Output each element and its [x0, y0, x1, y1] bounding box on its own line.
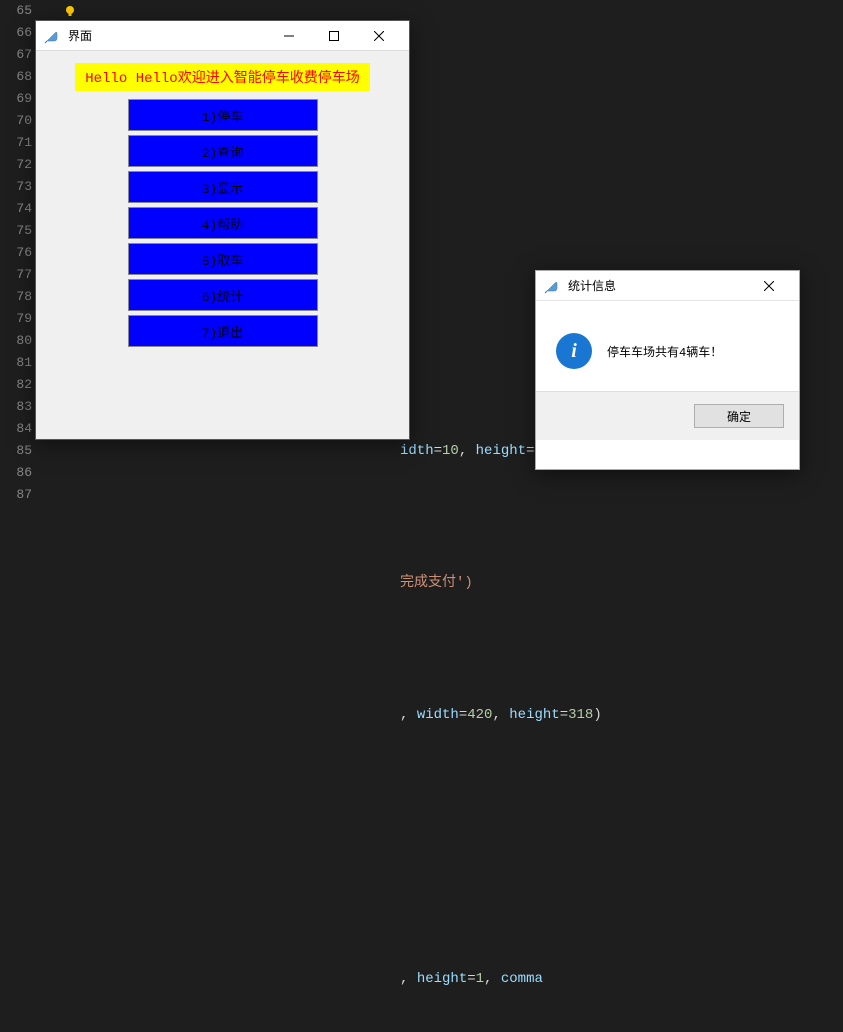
code-text: 完成支付'): [400, 575, 473, 591]
messagebox: 统计信息 i 停车车场共有4辆车！ 确定: [535, 270, 800, 470]
line-number: 68: [0, 66, 32, 88]
titlebar[interactable]: 界面: [36, 21, 409, 51]
msgbox-close-button[interactable]: [746, 272, 791, 300]
park-button[interactable]: 1)停车: [128, 99, 318, 131]
menu-buttons: 1)停车 2)查询 3)显示 4)帮助 5)取车 6)统计 7)退出: [128, 99, 318, 347]
welcome-label: Hello Hello欢迎进入智能停车收费停车场: [75, 63, 369, 91]
exit-button[interactable]: 7)退出: [128, 315, 318, 347]
line-number: 76: [0, 242, 32, 264]
window-body: Hello Hello欢迎进入智能停车收费停车场 1)停车 2)查询 3)显示 …: [36, 51, 409, 439]
line-number: 65: [0, 0, 32, 22]
msgbox-message: 停车车场共有4辆车！: [607, 343, 722, 360]
close-button[interactable]: [356, 22, 401, 50]
maximize-button[interactable]: [311, 22, 356, 50]
line-number: 79: [0, 308, 32, 330]
line-number: 83: [0, 396, 32, 418]
line-number: 74: [0, 198, 32, 220]
window-title: 界面: [68, 27, 266, 44]
minimize-button[interactable]: [266, 22, 311, 50]
line-number: 67: [0, 44, 32, 66]
msgbox-title: 统计信息: [568, 277, 746, 294]
line-number: 86: [0, 462, 32, 484]
line-number: 70: [0, 110, 32, 132]
line-number: 85: [0, 440, 32, 462]
line-number: 81: [0, 352, 32, 374]
help-button[interactable]: 4)帮助: [128, 207, 318, 239]
msgbox-titlebar[interactable]: 统计信息: [536, 271, 799, 301]
line-number: 71: [0, 132, 32, 154]
pickup-button[interactable]: 5)取车: [128, 243, 318, 275]
stats-button[interactable]: 6)统计: [128, 279, 318, 311]
line-number: 66: [0, 22, 32, 44]
line-number: 87: [0, 484, 32, 506]
line-number: 77: [0, 264, 32, 286]
line-number: 84: [0, 418, 32, 440]
feather-icon: [544, 278, 560, 294]
line-number: 75: [0, 220, 32, 242]
feather-icon: [44, 28, 60, 44]
main-window: 界面 Hello Hello欢迎进入智能停车收费停车场 1)停车 2)查询 3)…: [35, 20, 410, 440]
msgbox-body: i 停车车场共有4辆车！: [536, 301, 799, 391]
display-button[interactable]: 3)显示: [128, 171, 318, 203]
info-icon: i: [556, 333, 592, 369]
line-gutter: 65 66 67 68 69 70 71 72 73 74 75 76 77 7…: [0, 0, 40, 506]
lightbulb-icon[interactable]: [60, 0, 80, 22]
line-number: 73: [0, 176, 32, 198]
ok-button[interactable]: 确定: [694, 404, 784, 428]
line-number: 78: [0, 286, 32, 308]
msgbox-footer: 确定: [536, 391, 799, 440]
line-number: 80: [0, 330, 32, 352]
line-number: 69: [0, 88, 32, 110]
query-button[interactable]: 2)查询: [128, 135, 318, 167]
line-number: 72: [0, 154, 32, 176]
line-number: 82: [0, 374, 32, 396]
